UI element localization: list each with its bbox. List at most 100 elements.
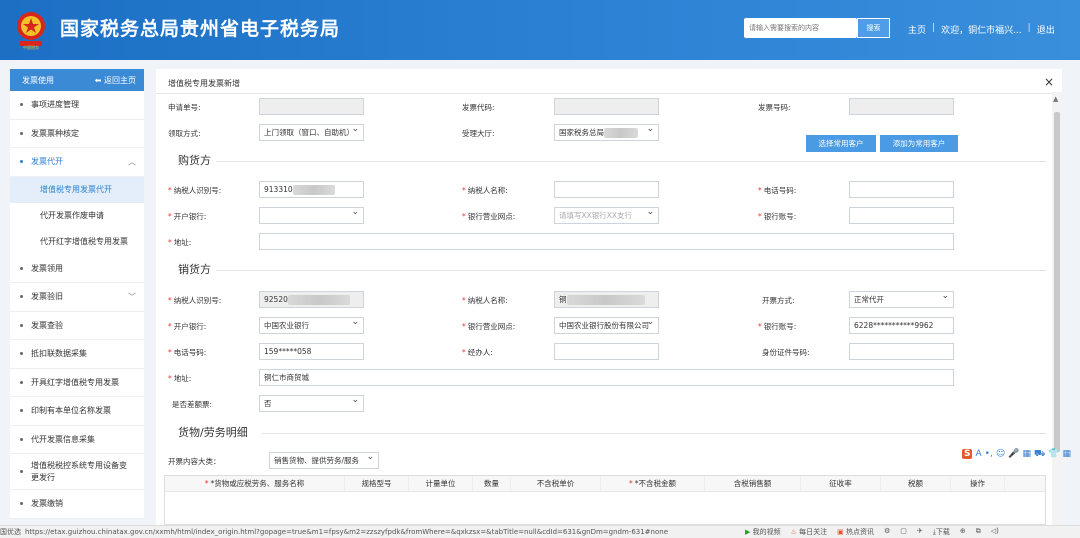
sidebar-item-progress[interactable]: 事项进度管理 (10, 91, 144, 120)
window-icon[interactable]: ▢ (900, 527, 907, 537)
sidebar-item-red-vat-invoice[interactable]: 开具红字增值税专用发票 (10, 369, 144, 397)
invoice-no-field[interactable] (849, 98, 954, 115)
settings-icon[interactable]: ⚙ (884, 527, 890, 537)
hot-news-link[interactable]: ▣ 热点资讯 (837, 527, 874, 537)
daily-follow-link[interactable]: ♨ 每日关注 (791, 527, 828, 537)
sidebar-item-invoice-cancel[interactable]: 发票缴销 (10, 490, 144, 519)
sidebar-subitem-red-invoice[interactable]: 代开红字增值税专用发票 (10, 228, 144, 255)
seller-taxpayer-id-field[interactable]: 92520 (259, 291, 364, 308)
scrollbar-thumb[interactable] (1054, 112, 1060, 452)
hot-news-label: 热点资讯 (845, 528, 874, 536)
sidebar-item-issue-info-collect[interactable]: 代开发票信息采集 (10, 426, 144, 454)
download-label: 下载 (935, 528, 950, 536)
seller-bank-branch-select[interactable]: 中国农业银行股份有限公司 (554, 317, 659, 334)
hall-select[interactable]: 国家税务总局 (554, 124, 659, 141)
download-link[interactable]: ⤓下载 (933, 527, 950, 537)
volume-icon[interactable]: ◁) (991, 527, 999, 537)
buyer-account-input[interactable] (849, 207, 954, 224)
ime-punct-icon[interactable]: •, (985, 449, 993, 459)
label-text: 银行账号: (763, 322, 797, 331)
copy-icon[interactable]: ⧉ (976, 527, 981, 537)
ime-menu-icon[interactable]: ▦ (1063, 449, 1072, 459)
sidebar-item-invoice-verify-old[interactable]: 发票验旧 ﹀ (10, 283, 144, 312)
sidebar-subitem-vat-special[interactable]: 增值税专用发票代开 (10, 176, 144, 203)
zoom-icon[interactable]: ⊕ (960, 527, 966, 537)
column-header: 数量 (473, 476, 511, 491)
id-no-input[interactable] (849, 343, 954, 360)
sidebar-item-invoice-check[interactable]: 发票查验 (10, 312, 144, 340)
logout-link[interactable]: 退出 (1037, 23, 1055, 36)
agent-input[interactable] (554, 343, 659, 360)
buyer-phone-input[interactable] (849, 181, 954, 198)
close-icon[interactable]: × (1044, 75, 1054, 89)
label-text: 开户银行: (173, 212, 207, 221)
label-text: 银行营业网点: (467, 212, 516, 221)
seller-account-input[interactable]: 6228***********9962 (849, 317, 954, 334)
invoice-code-field[interactable] (554, 98, 659, 115)
seller-name-label: * 纳税人名称: (462, 296, 508, 305)
seller-address-input[interactable]: 铜仁市商贸城 (259, 369, 954, 386)
seller-account-label: * 银行账号: (758, 322, 797, 331)
collect-method-select[interactable]: 上门领取（窗口、自助机） (259, 124, 364, 141)
buyer-bank-branch-select[interactable]: 请填写XX银行XX支行 (554, 207, 659, 224)
scroll-up-icon[interactable]: ▲ (1053, 95, 1058, 103)
welcome-user-link[interactable]: 欢迎，铜仁市福兴... (941, 23, 1022, 36)
sidebar-item-tax-device-change[interactable]: 增值税税控系统专用设备变更发行 (10, 454, 144, 490)
sidebar-item-deduction-data[interactable]: 抵扣联数据采集 (10, 340, 144, 369)
sidebar-subitem-void-request[interactable]: 代开发票作废申请 (10, 202, 144, 229)
buyer-taxpayer-id-input[interactable]: 913310 (259, 181, 364, 198)
home-link[interactable]: 主页 (908, 23, 926, 36)
play-icon: ▶ (745, 528, 753, 536)
search-input[interactable] (744, 18, 857, 38)
buyer-name-label: * 纳税人名称: (462, 186, 508, 195)
sidebar-item-invoice-collect[interactable]: 发票领用 (10, 255, 144, 283)
sidebar-item-invoice-issue[interactable]: 发票代开 ︿ (10, 148, 144, 177)
national-emblem-icon: 中国税务 (17, 12, 45, 50)
seller-phone-label: * 电话号码: (168, 348, 207, 357)
issue-mode-select[interactable]: 正常代开 (849, 291, 954, 308)
ime-voice-icon[interactable]: 🎤 (1008, 449, 1019, 459)
buyer-name-input[interactable] (554, 181, 659, 198)
apply-no-field[interactable] (259, 98, 364, 115)
buyer-bank-label: * 开户银行: (168, 212, 207, 221)
ime-keyboard-icon[interactable]: ▦ (1022, 449, 1031, 459)
bullet-icon (20, 470, 23, 473)
buyer-taxpayer-id-label: * 纳税人识别号: (168, 186, 222, 195)
seller-name-field[interactable]: 铜 (554, 291, 659, 308)
label-text: 纳税人名称: (467, 296, 508, 305)
nav-separator: | (1027, 23, 1031, 33)
table-header: * *货物或应税劳务、服务名称 规格型号 计量单位 数量 不含税单价 * *不含税金… (165, 476, 1045, 492)
sidebar-title: 发票使用 (22, 75, 54, 85)
back-home-link[interactable]: ⬅ 返回主页 (95, 75, 136, 86)
differential-select[interactable]: 否 (259, 395, 364, 412)
column-header: 规格型号 (345, 476, 409, 491)
ime-tools-icon[interactable]: ⛟ (1034, 449, 1045, 460)
bullet-icon (20, 323, 23, 327)
my-video-link[interactable]: ▶ 我的视频 (745, 527, 781, 537)
seller-phone-input[interactable]: 159*****058 (259, 343, 364, 360)
add-common-customer-button[interactable]: 添加为常用客户 (880, 135, 958, 152)
sidebar-item-invoice-type[interactable]: 发票票种核定 (10, 120, 144, 148)
column-header: 含税销售额 (705, 476, 801, 491)
column-header: * *货物或应税劳务、服务名称 (165, 476, 345, 491)
ime-logo-icon[interactable]: S (962, 449, 973, 459)
page-title: 增值税专用发票新增 (168, 79, 240, 88)
sidebar-item-label: 开具红字增值税专用发票 (31, 377, 119, 387)
pin-icon[interactable]: ✈ (917, 527, 923, 537)
buyer-bank-select[interactable] (259, 207, 364, 224)
bullet-icon (20, 131, 23, 135)
select-common-customer-button[interactable]: 选择常用客户 (806, 135, 876, 152)
ime-skin-icon[interactable]: 👕 (1048, 449, 1059, 459)
ime-lang-icon[interactable]: A (975, 449, 981, 459)
apply-no-label: 申请单号: (168, 103, 201, 112)
column-header-label: *不含税金额 (634, 479, 676, 488)
buyer-address-input[interactable] (259, 233, 954, 250)
ime-emoji-icon[interactable]: ☺ (996, 449, 1005, 459)
label-text: 纳税人名称: (467, 186, 508, 195)
bullet-icon (20, 352, 23, 356)
label-text: 银行账号: (763, 212, 797, 221)
category-select[interactable]: 销售货物、提供劳务/服务 (269, 452, 379, 469)
sidebar-item-print-named-invoice[interactable]: 印制有本单位名称发票 (10, 397, 144, 426)
seller-bank-select[interactable]: 中国农业银行 (259, 317, 364, 334)
search-button[interactable]: 搜索 (857, 18, 890, 38)
